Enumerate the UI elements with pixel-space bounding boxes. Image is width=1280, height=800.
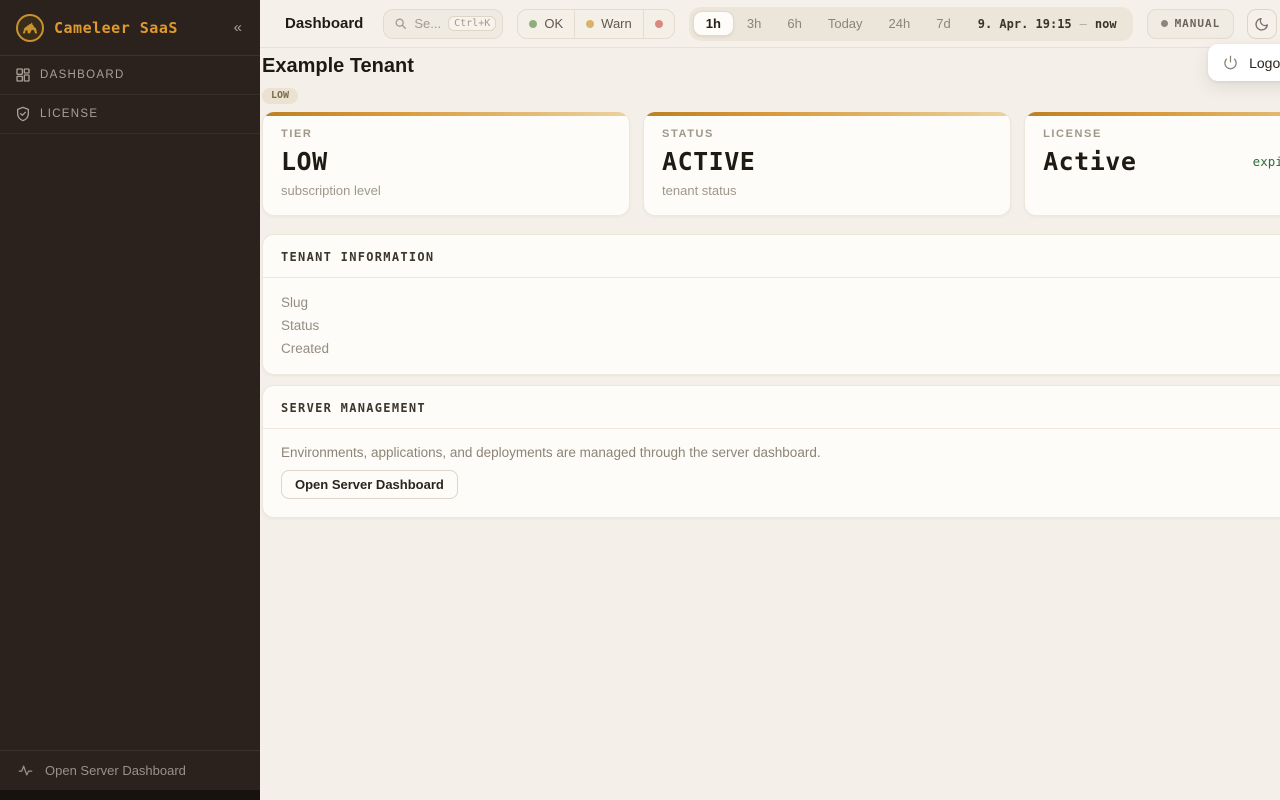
time-display: 9. Apr. 19:15 — now — [964, 17, 1129, 31]
tenant-information-card: TENANT INFORMATION Slug default Status A… — [262, 234, 1280, 375]
sidebar-item-license[interactable]: LICENSE — [0, 95, 260, 134]
status-filter-warn[interactable]: Warn — [575, 10, 644, 38]
time-separator: — — [1080, 17, 1087, 31]
license-expiry: expires 8.4.2027 — [1253, 154, 1280, 169]
moon-icon — [1254, 16, 1270, 32]
stat-card-label: LICENSE — [1043, 128, 1280, 140]
server-management-card: SERVER MANAGEMENT Environments, applicat… — [262, 385, 1280, 518]
logout-menu-item[interactable]: Logout — [1249, 55, 1280, 71]
open-server-dashboard-button[interactable]: Open Server Dashboard — [281, 470, 458, 499]
sidebar-spacer — [0, 134, 260, 750]
sidebar-footer-label: Open Server Dashboard — [45, 763, 186, 778]
user-menu-dropdown: Logout — [1208, 44, 1280, 81]
status-card: STATUS ACTIVE tenant status — [643, 112, 1011, 216]
license-card: LICENSE Active expires 8.4.2027 — [1024, 112, 1280, 216]
time-from: 9. Apr. 19:15 — [978, 17, 1072, 31]
main-area: Dashboard Se... Ctrl+K OK Warn — [260, 0, 1280, 800]
dashboard-grid-icon — [15, 67, 31, 83]
status-filter-group: OK Warn — [517, 9, 674, 39]
stat-card-value: Active — [1043, 147, 1136, 176]
license-shield-icon — [15, 106, 31, 122]
time-range-7d[interactable]: 7d — [923, 12, 963, 35]
time-range-3h[interactable]: 3h — [734, 12, 774, 35]
page-header-title: Dashboard — [285, 15, 363, 32]
status-filter-label: Warn — [601, 16, 632, 31]
status-filter-label: OK — [544, 16, 563, 31]
time-range-today[interactable]: Today — [815, 12, 876, 35]
error-dot-icon — [655, 20, 663, 28]
tier-badge: LOW — [262, 88, 298, 104]
search-icon — [394, 17, 407, 30]
sidebar: Cameleer SaaS « DASHBOARD LICENSE — [0, 0, 260, 800]
sidebar-item-dashboard[interactable]: DASHBOARD — [0, 56, 260, 95]
time-to: now — [1095, 17, 1117, 31]
manual-dot-icon — [1161, 20, 1168, 27]
time-range-24h[interactable]: 24h — [876, 12, 924, 35]
tier-card: TIER LOW subscription level — [262, 112, 630, 216]
status-filter-error[interactable] — [644, 10, 674, 38]
tenant-information-title: TENANT INFORMATION — [263, 235, 1280, 278]
sidebar-item-label: LICENSE — [40, 108, 98, 120]
manual-label: MANUAL — [1175, 17, 1221, 30]
stat-card-sub: subscription level — [281, 183, 611, 198]
tenant-info-row-status: Status ACTIVE — [281, 316, 1280, 335]
brand-row: Cameleer SaaS « — [0, 0, 260, 56]
row-label: Created — [281, 341, 329, 356]
camel-logo-icon — [16, 14, 44, 42]
content: Example Tenant LOW TIER LOW subscription… — [260, 48, 1280, 518]
sidebar-open-server-dashboard-link[interactable]: Open Server Dashboard — [0, 750, 260, 790]
time-range-1h[interactable]: 1h — [693, 11, 734, 36]
time-range-group: 1h 3h 6h Today 24h 7d 9. Apr. 19:15 — no… — [689, 7, 1133, 41]
power-icon — [1223, 55, 1238, 70]
stat-card-value: ACTIVE — [662, 147, 755, 176]
row-label: Slug — [281, 295, 308, 310]
time-range-6h[interactable]: 6h — [774, 12, 814, 35]
activity-pulse-icon — [17, 763, 34, 778]
stat-card-label: STATUS — [662, 128, 992, 140]
stat-card-value: LOW — [281, 147, 328, 176]
topbar-right-cluster: MANUAL admin AD — [1147, 9, 1280, 39]
search-input[interactable]: Se... Ctrl+K — [383, 9, 503, 39]
topbar: Dashboard Se... Ctrl+K OK Warn — [260, 0, 1280, 48]
sidebar-item-label: DASHBOARD — [40, 69, 125, 81]
search-shortcut-chip: Ctrl+K — [448, 16, 496, 31]
sidebar-collapse-button[interactable]: « — [230, 18, 246, 37]
server-management-title: SERVER MANAGEMENT — [263, 386, 1280, 429]
sidebar-bottom-strip — [0, 790, 260, 800]
ok-dot-icon — [529, 20, 537, 28]
theme-toggle-button[interactable] — [1247, 9, 1277, 39]
tenant-info-row-slug: Slug default — [281, 293, 1280, 312]
manual-refresh-button[interactable]: MANUAL — [1147, 9, 1235, 39]
server-management-description: Environments, applications, and deployme… — [281, 445, 1280, 460]
tenant-info-row-created: Created 8.4.2026 — [281, 339, 1280, 358]
status-filter-ok[interactable]: OK — [518, 10, 575, 38]
warn-dot-icon — [586, 20, 594, 28]
stat-card-label: TIER — [281, 128, 611, 140]
tenant-title: Example Tenant — [262, 55, 1280, 78]
row-label: Status — [281, 318, 319, 333]
stat-card-sub: tenant status — [662, 183, 992, 198]
search-placeholder: Se... — [414, 16, 441, 31]
stat-cards-row: TIER LOW subscription level STATUS ACTIV… — [262, 112, 1280, 216]
brand-title: Cameleer SaaS — [54, 19, 220, 37]
